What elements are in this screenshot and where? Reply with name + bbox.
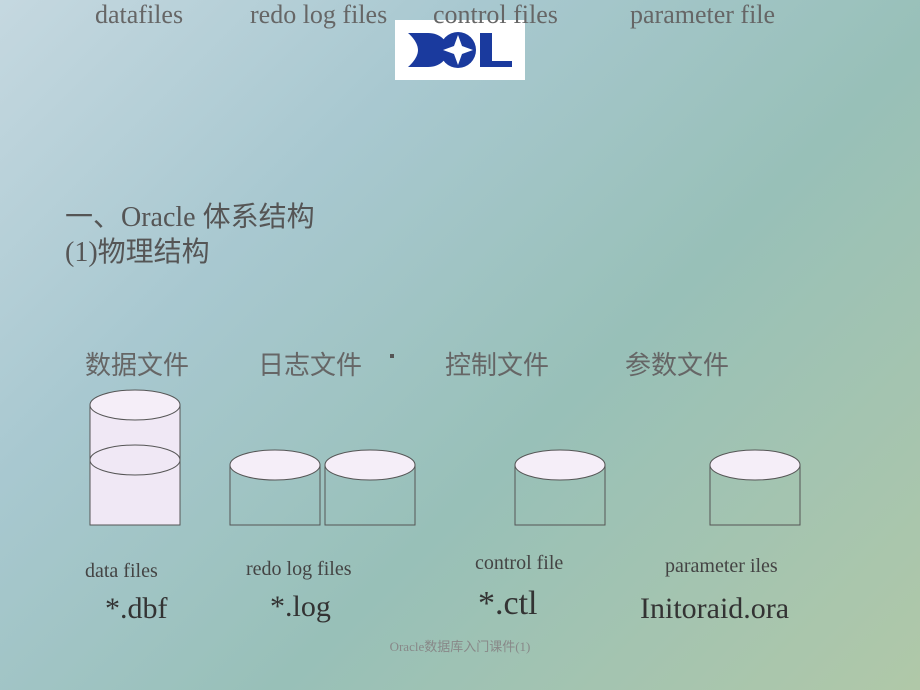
footer-text: Oracle数据库入门课件(1) [390,636,531,655]
cylinder-datafiles [85,385,185,535]
bottom-label-datafiles: data files [85,560,158,583]
heading-subtitle: (1)物理结构 [65,230,210,270]
col-datafiles-cn: 数据文件 [85,345,189,382]
cylinder-redolog-1 [225,445,325,535]
ext-parameter: Initoraid.ora [640,592,789,626]
bottom-label-redolog: redo log files [246,558,352,581]
col-control-cn: 控制文件 [445,345,549,382]
ext-datafiles: *.dbf [105,592,168,626]
col-redolog-cn: 日志文件 [258,345,362,382]
bullet-dot [390,354,394,358]
col-parameter-en: parameter file [630,0,775,30]
heading-title: 一、Oracle 体系结构 [65,195,315,235]
col-parameter-cn: 参数文件 [625,345,729,382]
col-datafiles-en: datafiles [95,0,183,30]
bottom-label-control: control file [475,552,563,575]
cylinder-control [510,445,610,535]
cylinder-parameter [705,445,805,535]
col-redolog-en: redo log files [250,0,387,30]
cylinder-redolog-2 [320,445,420,535]
bottom-label-parameter: parameter iles [665,555,778,578]
ext-redolog: *.log [270,590,331,624]
col-control-en: control files [433,0,558,30]
ext-control: *.ctl [478,585,537,623]
